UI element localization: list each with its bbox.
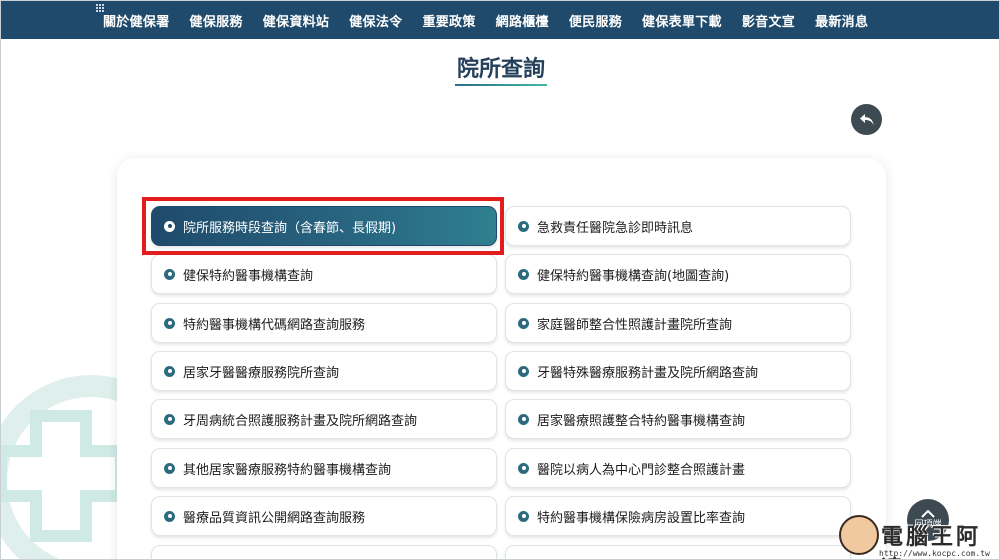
bullet-icon: [164, 510, 175, 522]
chevron-up-icon: [921, 510, 935, 518]
bullet-icon: [518, 220, 529, 232]
nav-item-about[interactable]: 關於健保署: [103, 11, 170, 30]
link-partial-row[interactable]: [505, 545, 851, 559]
link-label: 其他居家醫療服務特約醫事機構查詢: [183, 462, 392, 478]
nav-item-data[interactable]: 健保資料站: [263, 11, 330, 30]
bullet-icon: [164, 413, 175, 425]
top-navigation-bar: 關於健保署 健保服務 健保資料站 健保法令 重要政策 網路櫃檯 便民服務 健保表…: [1, 1, 999, 39]
link-home-dental[interactable]: 居家牙醫醫療服務院所查詢: [151, 351, 497, 391]
link-label: 家庭醫師整合性照護計畫院所查詢: [537, 317, 733, 333]
link-label: 院所服務時段查詢（含春節、長假期): [183, 220, 397, 236]
link-label: 牙周病統合照護服務計畫及院所網路查詢: [183, 413, 418, 429]
link-label: 健保特約醫事機構查詢: [183, 268, 314, 284]
bullet-icon: [518, 317, 529, 329]
nav-item-convenience[interactable]: 便民服務: [569, 11, 622, 30]
nav-item-forms[interactable]: 健保表單下載: [642, 11, 722, 30]
back-to-top-button[interactable]: 回頂端: [907, 499, 949, 541]
link-family-doctor-plan[interactable]: 家庭醫師整合性照護計畫院所查詢: [505, 303, 851, 343]
link-label: 醫院以病人為中心門診整合照護計畫: [537, 462, 746, 478]
link-service-hours-query[interactable]: 院所服務時段查詢（含春節、長假期): [151, 206, 497, 246]
link-partial-row[interactable]: [151, 545, 497, 559]
link-label: 特約醫事機構保險病房設置比率查詢: [537, 510, 746, 526]
back-to-top-label: 回頂端: [914, 520, 942, 530]
page-title: 院所查詢: [456, 57, 545, 82]
nav-menu: 關於健保署 健保服務 健保資料站 健保法令 重要政策 網路櫃檯 便民服務 健保表…: [103, 1, 888, 39]
nav-item-media[interactable]: 影音文宣: [742, 11, 795, 30]
link-label: 特約醫事機構代碼網路查詢服務: [183, 317, 366, 333]
nav-item-online-counter[interactable]: 網路櫃檯: [496, 11, 549, 30]
title-underline: [455, 84, 547, 86]
link-patient-centered-care[interactable]: 醫院以病人為中心門診整合照護計畫: [505, 448, 851, 488]
bullet-icon: [518, 510, 529, 522]
link-label: 居家醫療照護整合特約醫事機構查詢: [537, 413, 746, 429]
bullet-icon: [164, 317, 175, 329]
link-label: 牙醫特殊醫療服務計畫及院所網路查詢: [537, 365, 759, 381]
link-label: 居家牙醫醫療服務院所查詢: [183, 365, 340, 381]
bullet-icon: [164, 268, 175, 280]
link-institution-code-query[interactable]: 特約醫事機構代碼網路查詢服務: [151, 303, 497, 343]
link-other-home-care[interactable]: 其他居家醫療服務特約醫事機構查詢: [151, 448, 497, 488]
link-home-care-integration[interactable]: 居家醫療照護整合特約醫事機構查詢: [505, 399, 851, 439]
link-ward-ratio[interactable]: 特約醫事機構保險病房設置比率查詢: [505, 496, 851, 536]
nav-item-policies[interactable]: 重要政策: [422, 11, 475, 30]
nav-item-news[interactable]: 最新消息: [815, 11, 868, 30]
nav-item-services[interactable]: 健保服務: [190, 11, 243, 30]
link-label: 健保特約醫事機構查詢(地圖查詢): [537, 268, 730, 284]
link-periodontal-care[interactable]: 牙周病統合照護服務計畫及院所網路查詢: [151, 399, 497, 439]
bullet-icon: [164, 220, 175, 232]
link-contracted-institutions-map[interactable]: 健保特約醫事機構查詢(地圖查詢): [505, 254, 851, 294]
bullet-icon: [164, 462, 175, 474]
bullet-icon: [518, 413, 529, 425]
link-emergency-info[interactable]: 急救責任醫院急診即時訊息: [505, 206, 851, 246]
link-quality-info[interactable]: 醫療品質資訊公開網路查詢服務: [151, 496, 497, 536]
bullet-icon: [518, 268, 529, 280]
undo-arrow-icon: [859, 113, 873, 125]
bullet-icon: [518, 462, 529, 474]
back-button[interactable]: [851, 104, 882, 135]
watermark-url: http://www.kocpc.com.tw: [879, 549, 990, 558]
link-contracted-institutions[interactable]: 健保特約醫事機構查詢: [151, 254, 497, 294]
browser-viewport: 關於健保署 健保服務 健保資料站 健保法令 重要政策 網路櫃檯 便民服務 健保表…: [0, 0, 1000, 560]
link-special-dental[interactable]: 牙醫特殊醫療服務計畫及院所網路查詢: [505, 351, 851, 391]
link-label: 急救責任醫院急診即時訊息: [537, 220, 694, 236]
bullet-icon: [164, 365, 175, 377]
bullet-icon: [518, 365, 529, 377]
nav-item-laws[interactable]: 健保法令: [349, 11, 402, 30]
link-label: 醫療品質資訊公開網路查詢服務: [183, 510, 366, 526]
